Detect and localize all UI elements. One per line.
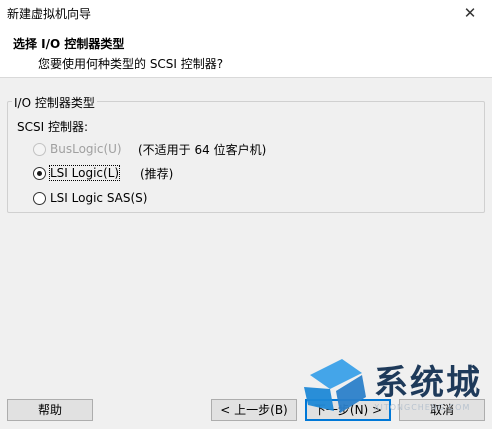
radio-lsi-logic-sas-label: LSI Logic SAS(S) bbox=[50, 191, 148, 205]
help-button[interactable]: 帮助 bbox=[7, 399, 93, 421]
radio-lsi-logic-label: LSI Logic(L) bbox=[48, 165, 121, 181]
title-bar: 新建虚拟机向导 ✕ bbox=[0, 0, 492, 26]
watermark: 系统城 XITONGCHENG.COM bbox=[300, 353, 492, 415]
page-title: 选择 I/O 控制器类型 bbox=[13, 37, 125, 51]
watermark-subtext: XITONGCHENG.COM bbox=[374, 403, 471, 412]
watermark-logo-icon bbox=[304, 359, 366, 413]
radio-lsi-logic[interactable]: LSI Logic(L) bbox=[33, 165, 121, 181]
buslogic-note: (不适用于 64 位客户机) bbox=[138, 143, 267, 157]
radio-buslogic[interactable]: BusLogic(U) bbox=[33, 141, 122, 157]
radio-lsi-logic-sas-circle[interactable] bbox=[33, 191, 46, 205]
radio-buslogic-label: BusLogic(U) bbox=[50, 142, 122, 156]
radio-buslogic-circle[interactable] bbox=[33, 142, 46, 156]
radio-lsi-logic-circle[interactable] bbox=[33, 166, 46, 180]
back-button[interactable]: < 上一步(B) bbox=[211, 399, 297, 421]
scsi-controller-label: SCSI 控制器: bbox=[17, 120, 89, 134]
radio-lsi-logic-sas[interactable]: LSI Logic SAS(S) bbox=[33, 190, 147, 206]
watermark-text: 系统城 bbox=[374, 363, 482, 403]
window-title: 新建虚拟机向导 bbox=[7, 7, 92, 21]
lsi-logic-note: (推荐) bbox=[140, 167, 174, 181]
wizard-header: 选择 I/O 控制器类型 您要使用何种类型的 SCSI 控制器? bbox=[0, 26, 492, 78]
group-legend: I/O 控制器类型 bbox=[12, 94, 97, 111]
close-icon[interactable]: ✕ bbox=[460, 3, 480, 23]
page-subtitle: 您要使用何种类型的 SCSI 控制器? bbox=[38, 57, 224, 71]
